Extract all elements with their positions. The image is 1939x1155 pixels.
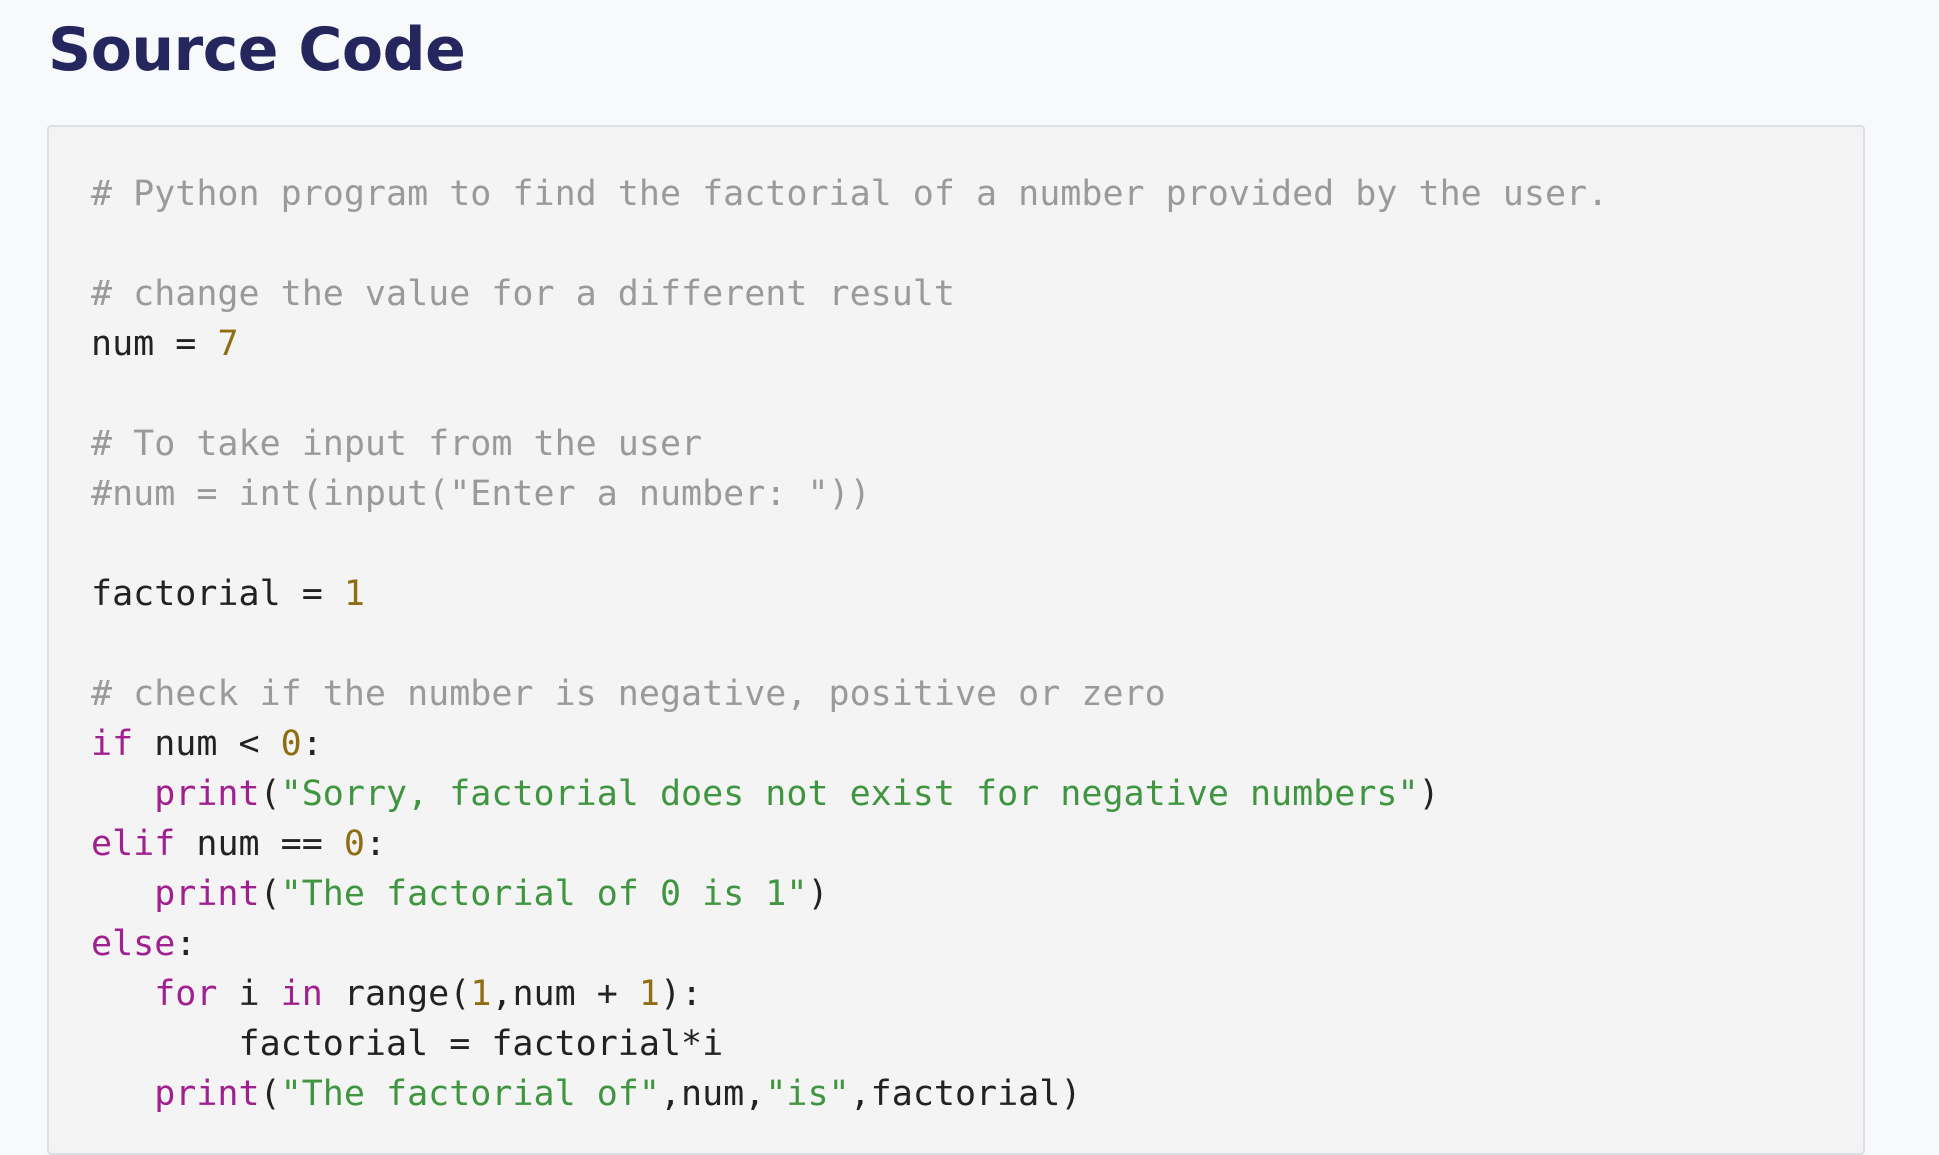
- code-line: if num < 0:: [91, 719, 1608, 769]
- code-token: ,factorial): [849, 1074, 1082, 1114]
- code-line: # Python program to find the factorial o…: [91, 169, 1608, 219]
- code-token: (: [259, 1074, 281, 1114]
- code-token: ,num +: [491, 974, 639, 1014]
- code-token: ):: [660, 974, 703, 1014]
- code-token: num =: [91, 324, 218, 364]
- code-token: in: [280, 974, 323, 1014]
- code-line: print("The factorial of 0 is 1"): [91, 869, 1608, 919]
- code-token: factorial = factorial*i: [91, 1024, 724, 1064]
- code-token: if: [91, 724, 134, 764]
- code-line: num = 7: [91, 319, 1608, 369]
- code-token: 0: [280, 724, 302, 764]
- code-token: "The factorial of 0 is 1": [280, 874, 808, 914]
- code-token: "The factorial of": [280, 1074, 660, 1114]
- code-token: ,num,: [659, 1074, 766, 1114]
- code-token: (: [259, 874, 281, 914]
- code-token: 0: [343, 824, 365, 864]
- code-token: # To take input from the user: [91, 424, 703, 464]
- page: Source Code # Python program to find the…: [0, 0, 1939, 1155]
- code-token: num ==: [175, 824, 344, 864]
- code-token: (: [259, 774, 281, 814]
- code-token: i: [217, 974, 281, 1014]
- code-line: else:: [91, 919, 1608, 969]
- code-token: :: [175, 924, 197, 964]
- code-line: elif num == 0:: [91, 819, 1608, 869]
- code-token: for: [154, 974, 218, 1014]
- code-line: for i in range(1,num + 1):: [91, 969, 1608, 1019]
- code-line: # check if the number is negative, posit…: [91, 669, 1608, 719]
- code-token: "Sorry, factorial does not exist for neg…: [280, 774, 1419, 814]
- page-title: Source Code: [48, 15, 466, 85]
- code-token: #num = int(input("Enter a number: ")): [91, 474, 871, 514]
- code-token: print: [154, 1074, 260, 1114]
- code-token: 1: [638, 974, 660, 1014]
- code-line: print("Sorry, factorial does not exist f…: [91, 769, 1608, 819]
- code-token: num <: [133, 724, 281, 764]
- code-token: :: [364, 824, 387, 864]
- code-token: 1: [470, 974, 492, 1014]
- code-token: range(: [322, 974, 471, 1014]
- code-token: ): [1418, 774, 1440, 814]
- code-line: print("The factorial of",num,"is",factor…: [91, 1069, 1608, 1119]
- code-line: # To take input from the user: [91, 419, 1608, 469]
- code-token: :: [301, 724, 323, 764]
- code-line: # change the value for a different resul…: [91, 269, 1608, 319]
- code-token: ): [807, 874, 829, 914]
- code-token: # check if the number is negative, posit…: [91, 674, 1166, 714]
- code-block: # Python program to find the factorial o…: [47, 125, 1865, 1155]
- code-token: print: [154, 874, 260, 914]
- code-token: # change the value for a different resul…: [91, 274, 955, 314]
- code-token: "is": [765, 1074, 850, 1114]
- code-token: 7: [217, 324, 239, 364]
- code-line: factorial = factorial*i: [91, 1019, 1608, 1069]
- code-line: factorial = 1: [91, 569, 1608, 619]
- code-token: # Python program to find the factorial o…: [91, 174, 1609, 214]
- code-content: # Python program to find the factorial o…: [91, 169, 1608, 1119]
- code-token: else: [91, 924, 176, 964]
- code-token: elif: [91, 824, 176, 864]
- code-token: 1: [343, 574, 365, 614]
- code-line: #num = int(input("Enter a number: ")): [91, 469, 1608, 519]
- code-token: print: [154, 774, 260, 814]
- code-token: factorial =: [91, 574, 344, 614]
